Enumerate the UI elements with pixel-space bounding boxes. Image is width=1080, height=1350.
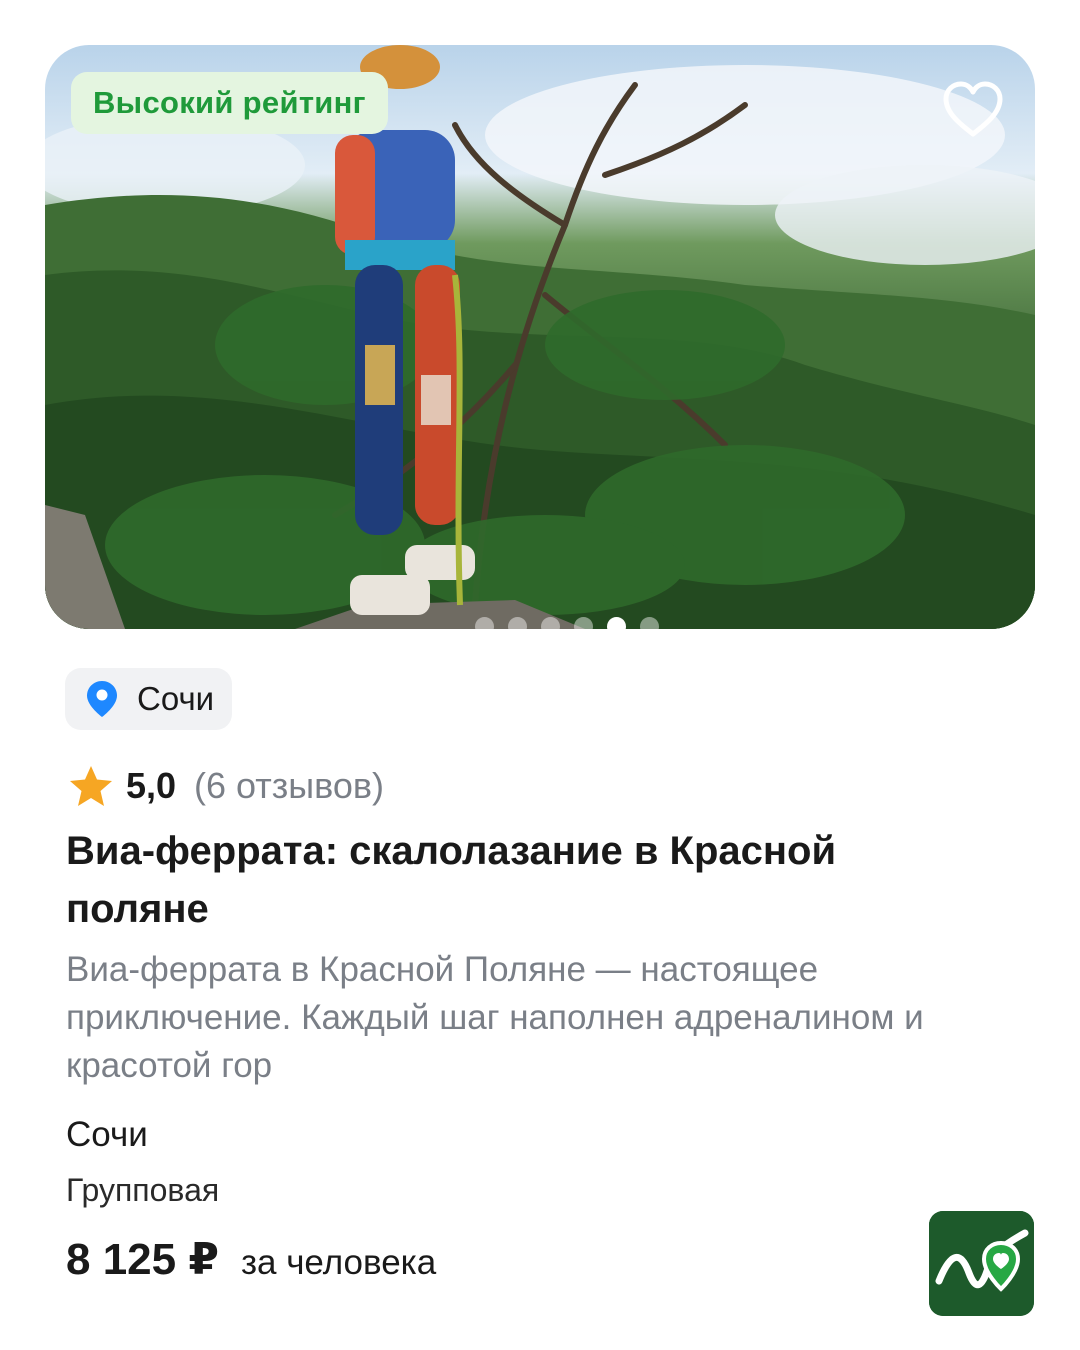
rating-value: 5,0 bbox=[126, 765, 177, 806]
tour-type: Групповая bbox=[66, 1172, 220, 1208]
carousel-dot[interactable] bbox=[640, 617, 659, 629]
high-rating-badge: Высокий рейтинг bbox=[71, 72, 388, 134]
price-value: 8 125 ₽ bbox=[66, 1235, 219, 1284]
map-pin-icon bbox=[87, 681, 117, 717]
carousel-dot[interactable] bbox=[508, 617, 527, 629]
star-icon bbox=[70, 766, 112, 806]
reviews-count-link[interactable]: (6 отзывов) bbox=[194, 765, 384, 807]
location-chip[interactable]: Сочи bbox=[65, 668, 233, 730]
carousel-dot[interactable] bbox=[475, 617, 494, 629]
price-unit: за человека bbox=[240, 1243, 437, 1282]
carousel-dot[interactable] bbox=[607, 617, 626, 629]
tour-description: Виа-феррата в Красной Поляне — настоящее… bbox=[66, 950, 924, 1085]
heart-outline-icon[interactable] bbox=[940, 80, 1006, 140]
rating-row: 5,0 (6 отзывов) bbox=[68, 760, 384, 812]
carousel-indicator bbox=[475, 617, 659, 629]
tour-title[interactable]: Виа-феррата: скалолазание в Красной поля… bbox=[66, 822, 966, 938]
location-chip-label: Сочи bbox=[137, 680, 215, 717]
tour-city: Сочи bbox=[66, 1115, 148, 1154]
carousel-dot[interactable] bbox=[574, 617, 593, 629]
carousel-dot[interactable] bbox=[541, 617, 560, 629]
brand-logo-icon bbox=[929, 1211, 1034, 1316]
price-row: 8 125 ₽ за человека bbox=[66, 1234, 436, 1285]
